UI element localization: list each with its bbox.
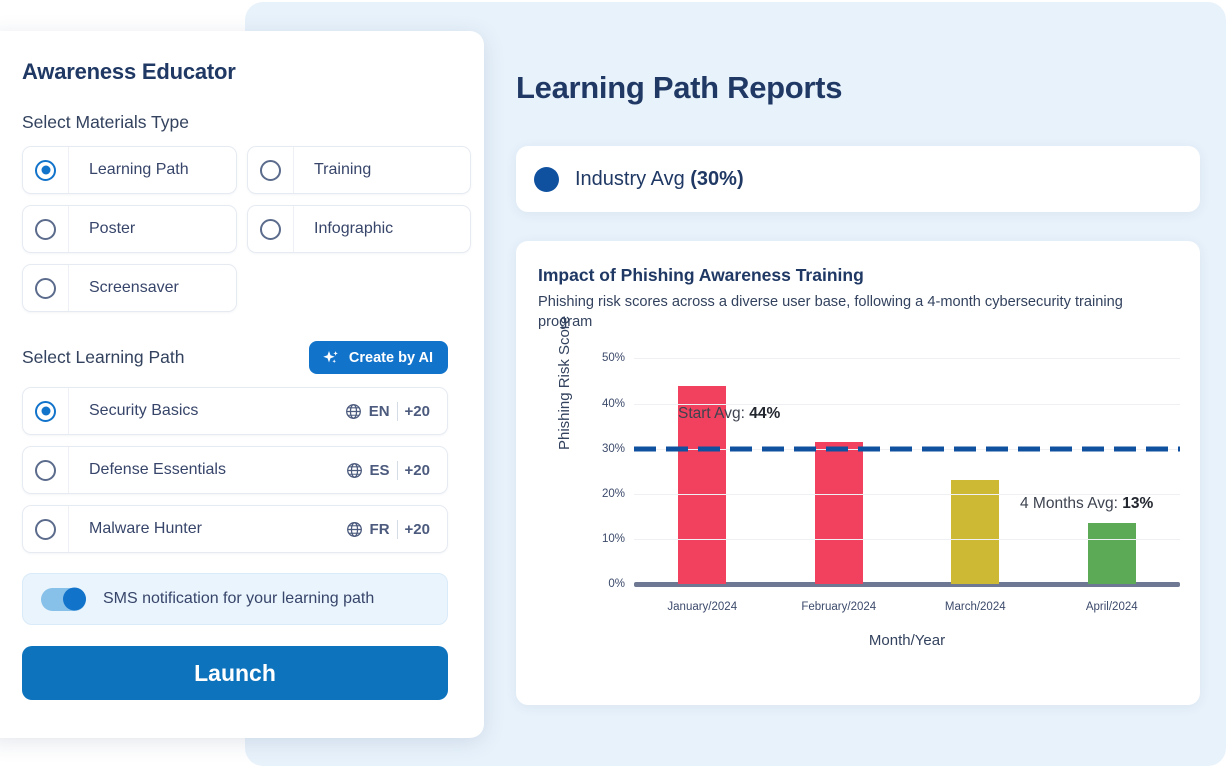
radio-icon[interactable] bbox=[35, 519, 56, 540]
radio-icon[interactable] bbox=[35, 460, 56, 481]
industry-avg-legend-text: Industry Avg (30%) bbox=[575, 168, 744, 191]
learning-path-label: Select Learning Path bbox=[22, 347, 184, 368]
industry-avg-dot-icon bbox=[534, 167, 559, 192]
language-chip[interactable]: ES +20 bbox=[346, 461, 447, 480]
y-axis-tick-label: 20% bbox=[602, 488, 625, 500]
material-option-poster[interactable]: Poster bbox=[22, 205, 237, 253]
x-axis-tick-label: January/2024 bbox=[667, 601, 737, 613]
learning-path-name: Malware Hunter bbox=[69, 520, 346, 538]
radio-cell[interactable] bbox=[23, 506, 69, 552]
radio-cell[interactable] bbox=[248, 147, 294, 193]
radio-cell[interactable] bbox=[23, 388, 69, 434]
sms-notification-label: SMS notification for your learning path bbox=[103, 590, 374, 608]
awareness-educator-panel: Awareness Educator Select Materials Type… bbox=[0, 31, 484, 738]
language-extra-count: +20 bbox=[405, 462, 430, 479]
material-option-screensaver[interactable]: Screensaver bbox=[22, 264, 237, 312]
radio-icon[interactable] bbox=[35, 278, 56, 299]
radio-icon[interactable] bbox=[260, 160, 281, 181]
radio-icon-selected[interactable] bbox=[35, 160, 56, 181]
material-option-training[interactable]: Training bbox=[247, 146, 471, 194]
bars-layer bbox=[634, 358, 1180, 584]
app-title: Awareness Educator bbox=[22, 59, 448, 85]
create-by-ai-label: Create by AI bbox=[349, 350, 433, 366]
radio-icon-selected[interactable] bbox=[35, 401, 56, 422]
industry-average-reference-line bbox=[634, 446, 1180, 451]
material-option-label: Training bbox=[294, 161, 371, 179]
language-code: ES bbox=[370, 462, 390, 479]
globe-icon bbox=[346, 462, 363, 479]
learning-path-section-header: Select Learning Path Create by AI bbox=[22, 341, 448, 374]
material-option-label: Infographic bbox=[294, 220, 393, 238]
industry-avg-label: Industry Avg bbox=[575, 168, 690, 190]
x-axis-tick-label: February/2024 bbox=[801, 601, 876, 613]
y-axis-tick-label: 50% bbox=[602, 352, 625, 364]
chip-divider bbox=[397, 461, 398, 480]
language-code: FR bbox=[370, 521, 390, 538]
materials-type-options: Learning Path Training Poster Infographi… bbox=[22, 146, 448, 312]
x-axis-title: Month/Year bbox=[634, 632, 1180, 649]
chart-bar[interactable] bbox=[1088, 523, 1136, 584]
globe-icon bbox=[345, 403, 362, 420]
learning-path-name: Defense Essentials bbox=[69, 461, 346, 479]
y-axis-tick-label: 10% bbox=[602, 533, 625, 545]
radio-cell[interactable] bbox=[23, 206, 69, 252]
material-option-label: Screensaver bbox=[69, 279, 179, 297]
page-title: Learning Path Reports bbox=[516, 70, 842, 106]
four-months-avg-annotation: 4 Months Avg: 13% bbox=[1020, 495, 1153, 513]
radio-cell[interactable] bbox=[248, 206, 294, 252]
radio-icon[interactable] bbox=[260, 219, 281, 240]
learning-path-name: Security Basics bbox=[69, 402, 345, 420]
radio-cell[interactable] bbox=[23, 147, 69, 193]
create-by-ai-button[interactable]: Create by AI bbox=[309, 341, 448, 374]
start-avg-annotation: Start Avg: 44% bbox=[678, 405, 780, 423]
y-axis-tick-label: 30% bbox=[602, 443, 625, 455]
industry-avg-legend-card: Industry Avg (30%) bbox=[516, 146, 1200, 212]
annotation-label: 4 Months Avg: bbox=[1020, 495, 1122, 512]
sms-notification-row[interactable]: SMS notification for your learning path bbox=[22, 573, 448, 625]
chip-divider bbox=[397, 402, 398, 421]
language-extra-count: +20 bbox=[405, 521, 430, 538]
annotation-label: Start Avg: bbox=[678, 405, 749, 422]
y-axis-tick-label: 0% bbox=[608, 578, 625, 590]
materials-type-label: Select Materials Type bbox=[22, 112, 448, 133]
chart-subtitle: Phishing risk scores across a diverse us… bbox=[538, 293, 1178, 332]
language-chip[interactable]: FR +20 bbox=[346, 520, 447, 539]
material-option-label: Learning Path bbox=[69, 161, 189, 179]
y-axis-title: Phishing Risk Score bbox=[556, 316, 573, 450]
material-option-infographic[interactable]: Infographic bbox=[247, 205, 471, 253]
radio-icon[interactable] bbox=[35, 219, 56, 240]
chart-card: Impact of Phishing Awareness Training Ph… bbox=[516, 241, 1200, 705]
chart-bar[interactable] bbox=[951, 480, 999, 584]
language-code: EN bbox=[369, 403, 390, 420]
app-root: Awareness Educator Select Materials Type… bbox=[0, 0, 1232, 768]
y-axis-tick-label: 40% bbox=[602, 398, 625, 410]
plot-area: 0%10%20%30%40%50%January/2024February/20… bbox=[634, 358, 1180, 584]
material-option-learning-path[interactable]: Learning Path bbox=[22, 146, 237, 194]
language-chip[interactable]: EN +20 bbox=[345, 402, 447, 421]
launch-button[interactable]: Launch bbox=[22, 646, 448, 700]
sparkle-icon bbox=[321, 348, 341, 368]
learning-path-item-defense-essentials[interactable]: Defense Essentials ES +20 bbox=[22, 446, 448, 494]
gridline bbox=[634, 539, 1180, 540]
learning-path-item-security-basics[interactable]: Security Basics EN +20 bbox=[22, 387, 448, 435]
annotation-value: 13% bbox=[1122, 495, 1153, 512]
radio-cell[interactable] bbox=[23, 447, 69, 493]
globe-icon bbox=[346, 521, 363, 538]
chip-divider bbox=[397, 520, 398, 539]
radio-cell[interactable] bbox=[23, 265, 69, 311]
chart-bar[interactable] bbox=[815, 442, 863, 584]
industry-avg-value: (30%) bbox=[690, 168, 743, 190]
chart-title: Impact of Phishing Awareness Training bbox=[538, 265, 1178, 286]
annotation-value: 44% bbox=[749, 405, 780, 422]
x-axis-tick-label: April/2024 bbox=[1086, 601, 1138, 613]
material-option-label: Poster bbox=[69, 220, 135, 238]
sms-notification-toggle[interactable] bbox=[41, 588, 86, 611]
x-axis-tick-label: March/2024 bbox=[945, 601, 1006, 613]
gridline bbox=[634, 358, 1180, 359]
language-extra-count: +20 bbox=[405, 403, 430, 420]
learning-path-list: Security Basics EN +20 bbox=[22, 387, 448, 553]
plot-wrap: Phishing Risk Score 0%10%20%30%40%50%Jan… bbox=[538, 346, 1178, 686]
learning-path-item-malware-hunter[interactable]: Malware Hunter FR +20 bbox=[22, 505, 448, 553]
